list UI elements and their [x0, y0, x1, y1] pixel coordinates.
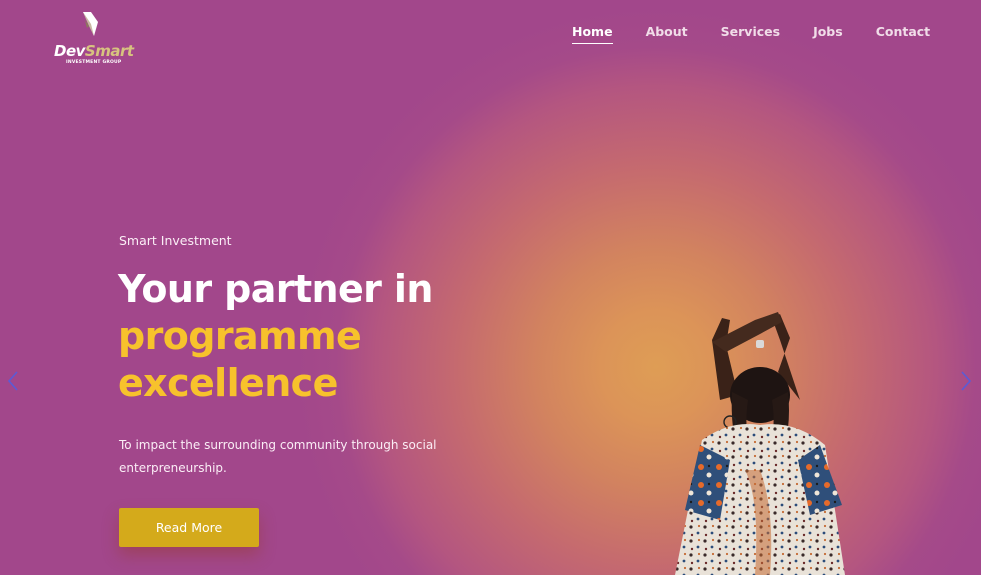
nav-item-contact[interactable]: Contact — [876, 24, 930, 44]
nav-item-jobs[interactable]: Jobs — [813, 24, 843, 44]
headline-line-1: Your partner in — [118, 267, 433, 311]
brand-logo[interactable]: DevSmart INVESTMENT GROUP — [54, 12, 134, 68]
chevron-left-icon — [7, 371, 18, 391]
hero-description: To impact the surrounding community thro… — [119, 438, 437, 475]
headline-line-3: excellence — [118, 361, 338, 405]
brand-name-part2: Smart — [84, 42, 134, 60]
logo-mark-icon — [83, 12, 98, 36]
nav-item-services[interactable]: Services — [721, 24, 780, 44]
chevron-right-icon — [961, 371, 972, 391]
headline-line-2: programme — [118, 314, 362, 358]
hero-person-image — [675, 312, 845, 575]
hero-headline: Your partner in programme excellence — [118, 266, 433, 407]
main-nav: Home About Services Jobs Contact — [572, 24, 930, 44]
nav-item-about[interactable]: About — [646, 24, 688, 44]
brand-name: DevSmart — [54, 42, 134, 60]
slider-prev-button[interactable] — [6, 370, 20, 392]
slider-next-button[interactable] — [959, 370, 973, 392]
nav-item-home[interactable]: Home — [572, 24, 613, 44]
brand-name-part1: Dev — [54, 42, 85, 60]
read-more-button[interactable]: Read More — [119, 508, 259, 547]
brand-tagline: INVESTMENT GROUP — [66, 60, 122, 65]
hero-eyebrow: Smart Investment — [119, 233, 232, 248]
